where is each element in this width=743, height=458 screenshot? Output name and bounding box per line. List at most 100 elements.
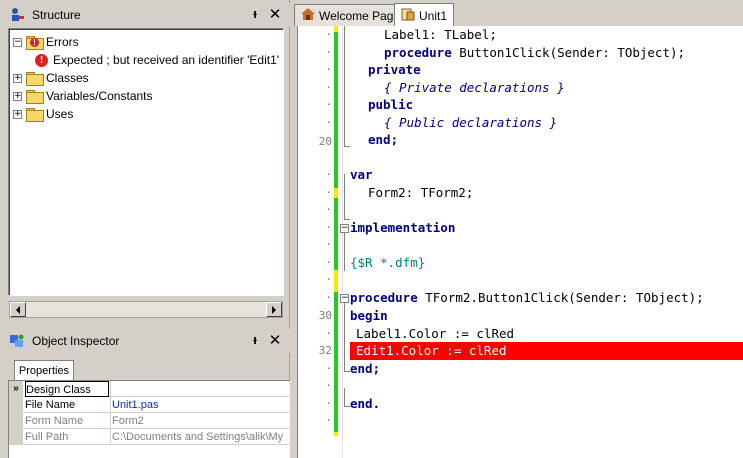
line-marker: · bbox=[325, 326, 332, 340]
line-marker: · bbox=[325, 63, 332, 76]
folder-icon bbox=[26, 72, 44, 86]
tab-properties[interactable]: Properties bbox=[14, 360, 74, 380]
expand-icon[interactable]: + bbox=[13, 73, 22, 83]
line-marker: · bbox=[325, 361, 332, 375]
tree-label-variables: Variables/Constants bbox=[46, 89, 153, 103]
property-name: Full Path bbox=[25, 431, 69, 443]
code-editor[interactable]: · · · · · · 20 · · · · · · · · 30 · 32 ·… bbox=[297, 26, 743, 458]
saved-bar bbox=[334, 198, 338, 270]
code-line[interactable]: {$R *.dfm} bbox=[350, 254, 425, 272]
property-row[interactable]: Form Name Form2 bbox=[9, 413, 290, 429]
tab-label: Welcome Page bbox=[319, 8, 401, 23]
saved-bar bbox=[334, 292, 338, 432]
line-marker: · bbox=[325, 396, 332, 410]
code-line[interactable]: Form2: TForm2; bbox=[368, 184, 473, 202]
code-line[interactable]: { Private declarations } bbox=[384, 79, 565, 97]
tree-label-uses: Uses bbox=[46, 107, 74, 121]
saved-bar bbox=[334, 60, 338, 188]
editor-tab-bar: Welcome Page Unit1 bbox=[290, 0, 743, 27]
line-number: 30 bbox=[318, 309, 332, 322]
error-folder-icon: ! bbox=[26, 36, 44, 50]
folder-icon bbox=[26, 108, 44, 122]
structure-tree[interactable]: − ! Errors ! Expected ; but received an … bbox=[8, 28, 284, 296]
close-icon[interactable]: ✕ bbox=[268, 5, 282, 23]
tab-unit1[interactable]: Unit1 bbox=[394, 3, 455, 27]
expand-icon[interactable]: + bbox=[13, 91, 22, 101]
home-icon bbox=[301, 7, 315, 24]
code-line[interactable]: end; bbox=[368, 131, 398, 149]
tree-node-variables[interactable]: + Variables/Constants bbox=[13, 87, 153, 105]
left-dock: Structure ᵼ ✕ − ! Errors ! Expected ; bu… bbox=[0, 0, 290, 458]
code-line[interactable]: { Public declarations } bbox=[384, 114, 557, 132]
structure-icon bbox=[8, 6, 26, 24]
line-marker: · bbox=[325, 290, 332, 304]
structure-title-bar: Structure ᵼ ✕ bbox=[0, 3, 290, 27]
line-marker: · bbox=[325, 273, 332, 286]
scroll-left-icon[interactable] bbox=[10, 302, 26, 317]
code-line[interactable]: implementation bbox=[350, 219, 455, 237]
code-line[interactable]: procedure TForm2.Button1Click(Sender: TO… bbox=[350, 289, 704, 307]
code-line[interactable]: procedure Button1Click(Sender: TObject); bbox=[384, 44, 685, 62]
tab-welcome-page[interactable]: Welcome Page bbox=[294, 4, 408, 26]
line-marker: · bbox=[325, 185, 332, 199]
pin-icon[interactable]: ᵼ bbox=[248, 332, 262, 347]
line-number: 20 bbox=[318, 135, 332, 148]
property-row[interactable]: Full Path C:\Documents and Settings\alik… bbox=[9, 429, 290, 445]
line-number: 32 bbox=[318, 344, 332, 357]
line-marker: · bbox=[325, 115, 332, 129]
property-value[interactable] bbox=[110, 381, 290, 397]
horizontal-scrollbar[interactable] bbox=[9, 301, 283, 318]
tree-label-error-message: Expected ; but received an identifier 'E… bbox=[53, 53, 280, 67]
line-marker: · bbox=[325, 220, 332, 234]
line-marker: · bbox=[325, 98, 332, 111]
code-line[interactable]: public bbox=[368, 96, 413, 114]
code-line[interactable]: private bbox=[368, 61, 421, 79]
close-icon[interactable]: ✕ bbox=[268, 331, 282, 349]
error-code-line[interactable]: Edit1.Color := clRed bbox=[356, 342, 507, 360]
structure-title: Structure bbox=[32, 8, 81, 22]
property-value[interactable]: Unit1.pas bbox=[110, 397, 290, 413]
code-line[interactable]: begin bbox=[350, 307, 388, 325]
code-line[interactable]: var bbox=[350, 166, 373, 184]
fold-icon[interactable]: − bbox=[340, 224, 349, 233]
code-line[interactable]: end. bbox=[350, 395, 380, 413]
tree-node-error-message[interactable]: ! Expected ; but received an identifier … bbox=[35, 51, 279, 69]
code-line[interactable]: end; bbox=[350, 360, 380, 378]
tree-node-classes[interactable]: + Classes bbox=[13, 69, 89, 87]
property-name: Design Class bbox=[25, 381, 109, 397]
tree-label-classes: Classes bbox=[46, 71, 89, 85]
tab-label: Unit1 bbox=[419, 8, 448, 23]
expand-marker-icon: » bbox=[9, 381, 23, 397]
property-name: File Name bbox=[25, 399, 76, 411]
code-line[interactable]: Label1.Color := clRed bbox=[356, 325, 514, 343]
tree-node-uses[interactable]: + Uses bbox=[13, 105, 73, 123]
line-marker: · bbox=[325, 414, 332, 427]
folder-icon bbox=[26, 90, 44, 104]
code-line[interactable]: Label1: TLabel; bbox=[384, 26, 497, 44]
line-marker: · bbox=[325, 255, 332, 269]
unit-file-icon bbox=[401, 8, 415, 24]
expand-icon[interactable]: + bbox=[13, 109, 22, 119]
modified-bar bbox=[334, 188, 338, 198]
object-inspector-title-bar: Object Inspector ᵼ ✕ bbox=[0, 329, 290, 353]
line-marker: · bbox=[325, 203, 332, 216]
collapse-icon[interactable]: − bbox=[13, 37, 22, 47]
line-marker: · bbox=[325, 379, 332, 392]
saved-bar bbox=[334, 32, 338, 60]
property-row[interactable]: » Design Class bbox=[9, 381, 290, 397]
fold-icon[interactable]: − bbox=[340, 294, 349, 303]
property-row[interactable]: File Name Unit1.pas bbox=[9, 397, 290, 413]
pin-icon[interactable]: ᵼ bbox=[248, 6, 262, 21]
property-value[interactable]: Form2 bbox=[110, 413, 290, 429]
object-inspector-title: Object Inspector bbox=[32, 334, 120, 348]
line-marker: · bbox=[325, 80, 332, 94]
object-inspector-icon bbox=[8, 332, 26, 350]
line-marker: · bbox=[325, 168, 332, 181]
property-grid: » Design Class File Name Unit1.pas Form … bbox=[8, 380, 290, 458]
property-name: Form Name bbox=[25, 415, 84, 427]
scroll-right-icon[interactable] bbox=[266, 302, 282, 317]
property-value[interactable]: C:\Documents and Settings\alik\My bbox=[110, 429, 290, 445]
tree-label-errors: Errors bbox=[46, 35, 79, 49]
tree-node-errors[interactable]: − ! Errors bbox=[13, 33, 79, 51]
line-marker: · bbox=[325, 238, 332, 251]
